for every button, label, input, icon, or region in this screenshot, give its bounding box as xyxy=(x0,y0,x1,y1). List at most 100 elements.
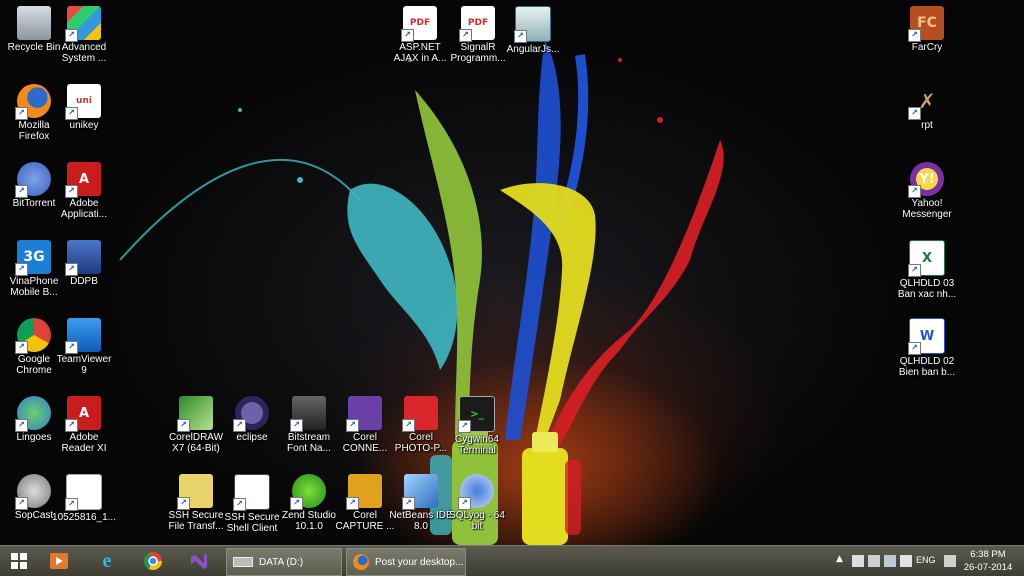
media-player-button[interactable] xyxy=(44,546,74,576)
farcry-icon: FC ↗ xyxy=(908,6,944,42)
shortcut-arrow-icon: ↗ xyxy=(65,498,78,511)
desktop-icon-label: Adobe Applicati... xyxy=(60,198,108,220)
desktop-icon-adobereader[interactable]: A ↗ Adobe Reader XI xyxy=(51,396,117,454)
3g-icon: 3G ↗ xyxy=(15,240,51,276)
desktop-icon-yahoo[interactable]: Y! ↗ Yahoo! Messenger xyxy=(894,162,960,220)
shortcut-arrow-icon: ↗ xyxy=(402,497,415,510)
desktop-icon-ddpb[interactable]: ↗ DDPB xyxy=(51,240,117,287)
corel-connect-icon: ↗ xyxy=(346,396,382,432)
system-tray: ▲ ENG 6:38 PM 26-07-2014 xyxy=(834,546,1024,576)
shortcut-arrow-icon: ↗ xyxy=(459,29,472,42)
shortcut-arrow-icon: ↗ xyxy=(65,107,78,120)
shortcut-arrow-icon: ↗ xyxy=(290,497,303,510)
media-player-icon xyxy=(50,553,68,569)
desktop-icon-adobeapp[interactable]: A ↗ Adobe Applicati... xyxy=(51,162,117,220)
adobe-icon: A ↗ xyxy=(65,162,101,198)
shortcut-arrow-icon: ↗ xyxy=(402,419,415,432)
task-firefox[interactable]: Post your desktop... xyxy=(346,548,466,576)
shortcut-arrow-icon: ↗ xyxy=(908,264,921,277)
shortcut-arrow-icon: ↗ xyxy=(65,185,78,198)
desktop-icon-advsys[interactable]: ↗ Advanced System ... xyxy=(51,6,117,64)
desktop-icon-label: ASP.NET AJAX in A... xyxy=(393,42,447,64)
shortcut-arrow-icon: ↗ xyxy=(65,29,78,42)
flag-icon[interactable] xyxy=(852,555,864,567)
app-icon: ↗ xyxy=(514,6,551,43)
start-button[interactable] xyxy=(4,546,34,576)
shortcut-arrow-icon: ↗ xyxy=(15,263,28,276)
desktop-icon-label: Cygwin64 Terminal xyxy=(455,434,499,456)
desktop-icon-teamviewer[interactable]: ↗ TeamViewer 9 xyxy=(51,318,117,376)
internet-explorer-icon: e xyxy=(102,549,112,572)
corel-photo-icon: ↗ xyxy=(402,396,438,432)
excel-icon: X ↗ xyxy=(908,240,945,277)
language-icon xyxy=(944,555,956,567)
shortcut-arrow-icon: ↗ xyxy=(15,341,28,354)
network-icon[interactable] xyxy=(868,555,880,567)
terminal-icon: >_ ↗ xyxy=(458,396,495,433)
desktop-icon-label: Advanced System ... xyxy=(61,42,107,64)
desktop-icon-label: QLHDLD 02 Bien ban b... xyxy=(898,356,956,378)
ddpb-icon: ↗ xyxy=(65,240,101,276)
clock[interactable]: 6:38 PM 26-07-2014 xyxy=(960,548,1016,574)
desktop-icon-label: TeamViewer 9 xyxy=(56,354,112,376)
chrome-icon xyxy=(144,552,162,571)
lingoes-icon: ↗ xyxy=(15,396,51,432)
clock-date: 26-07-2014 xyxy=(963,562,1013,573)
shortcut-arrow-icon: ↗ xyxy=(514,30,527,43)
eclipse-icon: ↗ xyxy=(233,396,269,432)
shortcut-arrow-icon: ↗ xyxy=(346,419,359,432)
desktop-icon-qlhdld03[interactable]: X ↗ QLHDLD 03 Ban xac nh... xyxy=(894,240,960,300)
shortcut-arrow-icon: ↗ xyxy=(15,419,28,432)
shortcut-arrow-icon: ↗ xyxy=(908,185,921,198)
taskbar: e DATA (D:) Post your desktop... ▲ ENG 6… xyxy=(0,545,1024,576)
document-icon: ↗ xyxy=(65,474,102,511)
internet-explorer-button[interactable]: e xyxy=(92,546,122,576)
sopcast-icon: ↗ xyxy=(15,474,51,510)
drive-icon xyxy=(233,557,253,567)
bitstream-icon: ↗ xyxy=(290,396,326,432)
task-data-drive[interactable]: DATA (D:) xyxy=(226,548,342,576)
shortcut-arrow-icon: ↗ xyxy=(233,498,246,511)
word-icon: W ↗ xyxy=(908,318,945,355)
desktop-icon-label: Yahoo! Messenger xyxy=(902,198,952,220)
zend-icon: ↗ xyxy=(290,474,326,510)
desktop-icon-label: 10525816_1... xyxy=(52,512,116,523)
task-label: Post your desktop... xyxy=(375,556,464,568)
desktop-icon-unikey[interactable]: uni ↗ unikey xyxy=(51,84,117,131)
shortcut-arrow-icon: ↗ xyxy=(458,420,471,433)
shortcut-arrow-icon: ↗ xyxy=(65,419,78,432)
desktop-icon-label: AngularJs... xyxy=(506,44,560,55)
volume-icon[interactable] xyxy=(900,555,912,567)
chrome-button[interactable] xyxy=(138,546,168,576)
desktop-icon-label: Adobe Reader XI xyxy=(61,432,107,454)
desktop-wallpaper xyxy=(0,0,1024,545)
ssh-shell-icon: ↗ xyxy=(233,474,270,511)
shortcut-arrow-icon: ↗ xyxy=(908,107,921,120)
shortcut-arrow-icon: ↗ xyxy=(65,263,78,276)
visual-studio-button[interactable] xyxy=(184,546,214,576)
shield-icon: ↗ xyxy=(65,6,101,42)
desktop-icon-label: unikey xyxy=(69,120,99,131)
desktop-icon-sqlyog[interactable]: ↗ SQLyog - 64 bit xyxy=(444,474,510,532)
yahoo-icon: Y! ↗ xyxy=(908,162,944,198)
adobe-reader-icon: A ↗ xyxy=(65,396,101,432)
language-indicator[interactable]: ENG xyxy=(916,555,936,565)
visual-studio-icon xyxy=(191,553,207,569)
desktop-icon-aspnet[interactable]: PDF ↗ ASP.NET AJAX in A... xyxy=(387,6,453,64)
desktop-icon-qlhdld02[interactable]: W ↗ QLHDLD 02 Bien ban b... xyxy=(894,318,960,378)
shortcut-arrow-icon: ↗ xyxy=(15,107,28,120)
netbeans-icon: ↗ xyxy=(402,474,438,510)
corel-capture-icon: ↗ xyxy=(346,474,382,510)
sqlyog-icon: ↗ xyxy=(458,474,494,510)
desktop-icon-label: rpt xyxy=(921,120,933,131)
firefox-icon: ↗ xyxy=(15,84,51,120)
show-hidden-icons-button[interactable]: ▲ xyxy=(836,554,848,566)
desktop-icon-file1052[interactable]: ↗ 10525816_1... xyxy=(51,474,117,523)
desktop-icon-angularjs[interactable]: ↗ AngularJs... xyxy=(500,6,566,55)
display-icon[interactable] xyxy=(884,555,896,567)
desktop-icon-farcry[interactable]: FC ↗ FarCry xyxy=(894,6,960,53)
desktop-icon-rpt[interactable]: ✗ ↗ rpt xyxy=(894,84,960,131)
desktop-icon-label: QLHDLD 03 Ban xac nh... xyxy=(897,278,957,300)
ssh-file-icon: ↗ xyxy=(177,474,213,510)
desktop-icon-cygwin[interactable]: >_ ↗ Cygwin64 Terminal xyxy=(444,396,510,456)
